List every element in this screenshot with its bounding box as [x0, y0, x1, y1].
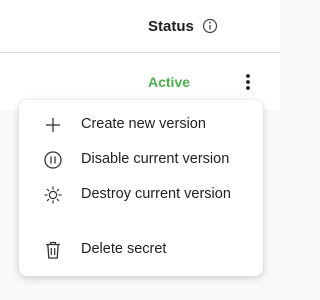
more-options-button[interactable]: [238, 70, 258, 94]
menu-item-label: Delete secret: [81, 241, 167, 257]
more-vert-icon: [246, 74, 250, 90]
status-header-label: Status: [148, 17, 194, 35]
menu-item-delete-secret[interactable]: Delete secret: [19, 233, 263, 267]
trash-icon: [43, 240, 63, 260]
menu-item-disable-current-version[interactable]: Disable current version: [19, 143, 263, 177]
pause-circle-icon: [43, 150, 63, 170]
menu-item-create-new-version[interactable]: Create new version: [19, 108, 263, 142]
menu-divider: [19, 224, 263, 225]
destroy-burst-icon: [43, 185, 63, 205]
menu-item-label: Create new version: [81, 116, 206, 132]
actions-menu: Create new version Disable current versi…: [19, 100, 263, 276]
table-header-row: Status: [0, 0, 280, 53]
menu-item-label: Disable current version: [81, 151, 230, 167]
menu-item-destroy-current-version[interactable]: Destroy current version: [19, 178, 263, 212]
plus-icon: [43, 115, 63, 135]
status-badge: Active: [148, 74, 191, 90]
menu-item-label: Destroy current version: [81, 186, 231, 202]
status-column-header[interactable]: Status: [148, 16, 218, 36]
info-icon[interactable]: [202, 18, 218, 34]
